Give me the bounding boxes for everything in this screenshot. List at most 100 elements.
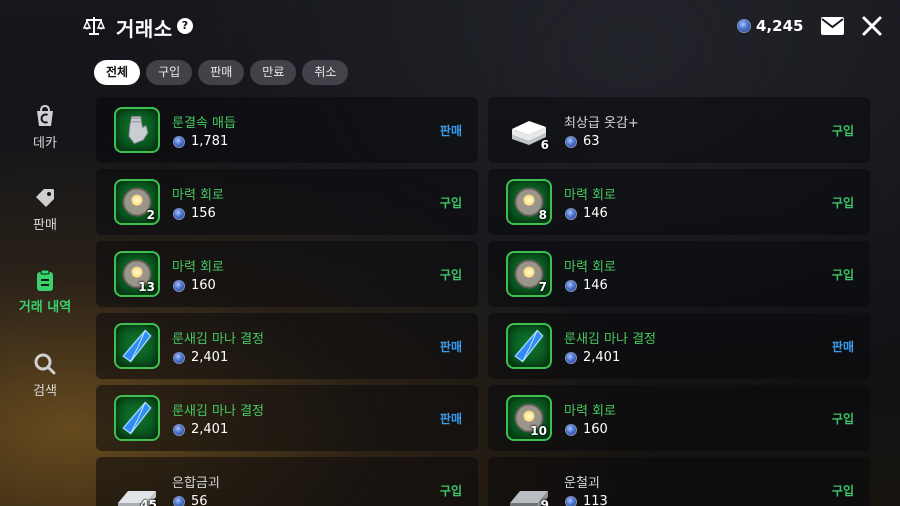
sidebar-item-sell[interactable]: 판매 [0, 186, 90, 233]
coin-icon [565, 351, 577, 364]
price-value: 56 [191, 494, 208, 506]
page-title: 거래소 [116, 17, 173, 41]
price-value: 63 [583, 134, 600, 149]
transaction-type: 구입 [831, 124, 854, 138]
crystal-icon [122, 401, 152, 435]
price-value: 1,781 [191, 134, 229, 149]
list-item[interactable]: 10 마력 회로 160 구입 [488, 385, 870, 451]
item-quantity: 13 [138, 280, 155, 294]
list-item[interactable]: 9 운철괴 113 구입 [488, 457, 870, 506]
item-name: 운철괴 [564, 476, 600, 491]
list-item[interactable]: 룬결속 매듭 1,781 판매 [96, 97, 478, 163]
coin-icon [565, 423, 577, 436]
item-thumbnail: 45 [114, 467, 160, 506]
search-icon [34, 353, 56, 375]
deka-bag-icon [37, 104, 53, 126]
item-quantity: 7 [538, 280, 547, 294]
item-price: 160 [173, 278, 216, 293]
item-name: 룬결속 매듭 [172, 116, 236, 131]
item-thumbnail [506, 323, 552, 369]
list-item[interactable]: 13 마력 회로 160 구입 [96, 241, 478, 307]
list-item[interactable]: 2 마력 회로 156 구입 [96, 169, 478, 235]
item-thumbnail [114, 395, 160, 441]
price-value: 2,401 [583, 350, 621, 365]
item-name: 룬새김 마나 결정 [172, 332, 264, 347]
crystal-icon [514, 329, 544, 363]
list-item[interactable]: 룬새김 마나 결정 2,401 판매 [96, 313, 478, 379]
item-price: 2,401 [173, 350, 228, 365]
coin-icon [173, 279, 185, 292]
item-price: 63 [565, 134, 600, 149]
sidebar-item-label: 데카 [33, 136, 57, 151]
transaction-type: 구입 [831, 196, 854, 210]
transaction-type: 판매 [439, 412, 462, 426]
item-name: 룬새김 마나 결정 [172, 404, 264, 419]
item-thumbnail [114, 323, 160, 369]
item-name: 은합금괴 [172, 476, 220, 491]
item-name: 마력 회로 [564, 404, 616, 419]
coin-icon [173, 495, 185, 506]
coin-icon [565, 135, 577, 148]
transaction-type: 구입 [439, 484, 462, 498]
item-quantity: 2 [146, 208, 155, 222]
transaction-type: 구입 [439, 268, 462, 282]
item-price: 2,401 [173, 422, 228, 437]
item-price: 56 [173, 494, 208, 506]
transaction-type: 판매 [439, 124, 462, 138]
transaction-type: 판매 [831, 340, 854, 354]
transaction-type: 구입 [831, 268, 854, 282]
sidebar-item-label: 판매 [33, 218, 57, 233]
help-icon[interactable]: ? [177, 18, 193, 34]
item-thumbnail: 10 [506, 395, 552, 441]
item-name: 룬새김 마나 결정 [564, 332, 656, 347]
item-thumbnail: 8 [506, 179, 552, 225]
transaction-type: 구입 [439, 196, 462, 210]
sidebar-item-deka[interactable]: 데카 [0, 104, 90, 151]
list-item[interactable]: 45 은합금괴 56 구입 [96, 457, 478, 506]
price-value: 160 [583, 422, 608, 437]
crystal-icon [122, 329, 152, 363]
item-price: 146 [565, 278, 608, 293]
item-thumbnail: 7 [506, 251, 552, 297]
transaction-type: 판매 [439, 340, 462, 354]
item-name: 최상급 옷감+ [564, 116, 639, 131]
list-item[interactable]: 6 최상급 옷감+ 63 구입 [488, 97, 870, 163]
tab-all[interactable]: 전체 [94, 60, 141, 85]
list-item[interactable]: 7 마력 회로 146 구입 [488, 241, 870, 307]
item-thumbnail: 9 [506, 467, 552, 506]
mail-icon[interactable] [821, 17, 844, 35]
transaction-type: 구입 [831, 484, 854, 498]
filter-tabs: 전체 구입 판매 만료 취소 [94, 60, 349, 85]
list-item[interactable]: 룬새김 마나 결정 2,401 판매 [96, 385, 478, 451]
close-icon[interactable] [862, 16, 882, 36]
item-name: 마력 회로 [172, 188, 224, 203]
sidebar-item-search[interactable]: 검색 [0, 352, 90, 399]
scale-icon [82, 17, 106, 35]
item-price: 1,781 [173, 134, 228, 149]
list-item[interactable]: 8 마력 회로 146 구입 [488, 169, 870, 235]
sidebar-item-history[interactable]: 거래 내역 [0, 268, 90, 315]
tab-buy[interactable]: 구입 [146, 60, 193, 85]
sidebar-item-label: 검색 [33, 384, 57, 399]
coin-icon [173, 207, 185, 220]
coin-icon [565, 495, 577, 506]
item-price: 160 [565, 422, 608, 437]
price-value: 146 [583, 206, 608, 221]
coin-icon [173, 351, 185, 364]
tab-expired[interactable]: 만료 [250, 60, 297, 85]
list-item[interactable]: 룬새김 마나 결정 2,401 판매 [488, 313, 870, 379]
item-quantity: 45 [140, 498, 157, 506]
sidebar-item-label: 거래 내역 [18, 300, 72, 315]
tag-icon [36, 189, 54, 207]
price-value: 146 [583, 278, 608, 293]
header: 거래소 ? 4,245 [0, 0, 900, 56]
gauntlet-icon [128, 115, 149, 145]
tab-cancelled[interactable]: 취소 [302, 60, 349, 85]
transaction-type: 구입 [831, 412, 854, 426]
item-quantity: 8 [538, 208, 547, 222]
item-thumbnail: 13 [114, 251, 160, 297]
tab-sell[interactable]: 판매 [198, 60, 245, 85]
item-thumbnail: 6 [506, 107, 552, 153]
coin-icon [173, 423, 185, 436]
item-thumbnail [114, 107, 160, 153]
